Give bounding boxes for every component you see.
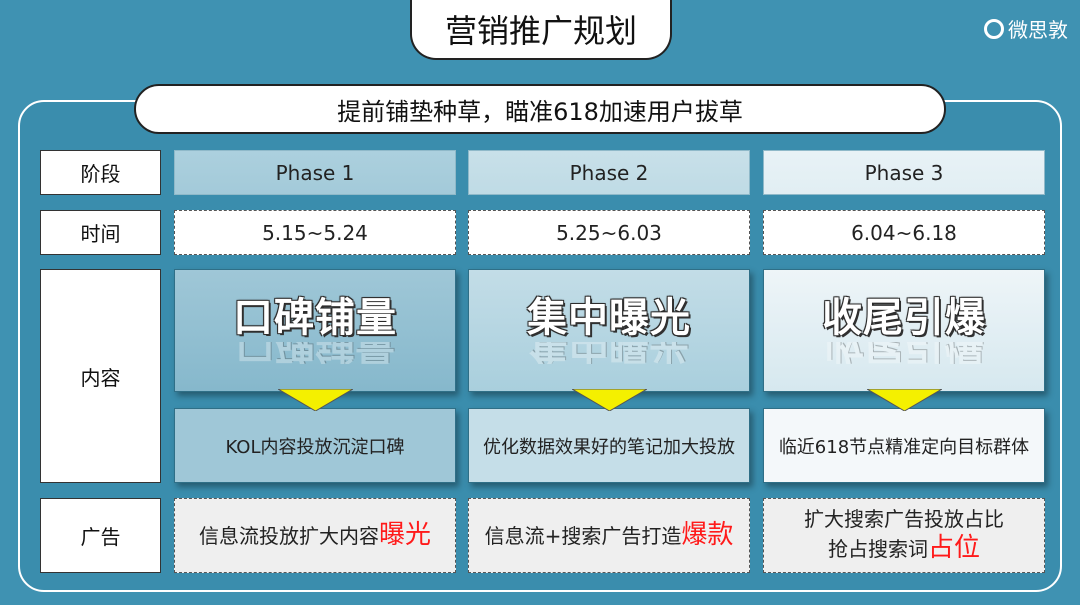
- theme-reflection: 口碑铺量: [235, 342, 395, 364]
- phase-header: Phase 1: [174, 150, 456, 195]
- phase-description: 优化数据效果好的笔记加大投放: [468, 408, 750, 483]
- phase-header: Phase 3: [763, 150, 1045, 195]
- ad-text: 信息流+搜索广告打造: [484, 523, 682, 548]
- phase-time: 5.15~5.24: [174, 210, 456, 255]
- down-arrow-icon: [572, 389, 647, 411]
- brand-logo: 微思敦: [984, 14, 1068, 43]
- phase-header: Phase 2: [468, 150, 750, 195]
- theme-title: 收尾引爆: [822, 294, 986, 341]
- ad-line: 扩大搜索广告投放占比: [804, 506, 1004, 531]
- theme-card: 收尾引爆 收尾引爆: [763, 269, 1045, 392]
- ad-highlight: 爆款: [681, 519, 734, 550]
- theme-reflection: 集中曝光: [529, 342, 689, 364]
- theme-reflection: 收尾引爆: [824, 342, 984, 364]
- ad-strategy: 扩大搜索广告投放占比 抢占搜索词占位: [763, 498, 1045, 573]
- down-arrow-icon: [278, 389, 353, 411]
- phase-description: 临近618节点精准定向目标群体: [763, 408, 1045, 483]
- ad-strategy: 信息流+搜索广告打造爆款: [468, 498, 750, 573]
- ad-text: 抢占搜索词: [827, 536, 928, 561]
- row-label-stage: 阶段: [40, 150, 161, 195]
- theme-card: 口碑铺量 口碑铺量: [174, 269, 456, 392]
- theme-title: 口碑铺量: [233, 294, 397, 341]
- ad-highlight: 占位: [927, 532, 980, 563]
- phase-description: KOL内容投放沉淀口碑: [174, 408, 456, 483]
- down-arrow-icon: [867, 389, 942, 411]
- ad-highlight: 曝光: [378, 519, 431, 550]
- phase-time: 5.25~6.03: [468, 210, 750, 255]
- ad-text: 信息流投放扩大内容: [198, 523, 379, 548]
- row-label-time: 时间: [40, 210, 161, 255]
- ad-line: 信息流投放扩大内容曝光: [199, 519, 431, 553]
- row-label-content: 内容: [40, 269, 161, 483]
- subtitle-banner: 提前铺垫种草，瞄准618加速用户拔草: [134, 84, 946, 134]
- theme-title: 集中曝光: [527, 294, 691, 341]
- page-title: 营销推广规划: [410, 0, 672, 60]
- ad-line: 抢占搜索词占位: [828, 532, 980, 566]
- row-label-ad: 广告: [40, 498, 161, 573]
- theme-card: 集中曝光 集中曝光: [468, 269, 750, 392]
- phase-time: 6.04~6.18: [763, 210, 1045, 255]
- brand-icon: [984, 18, 1004, 39]
- brand-name: 微思敦: [1008, 18, 1068, 42]
- ad-line: 信息流+搜索广告打造爆款: [485, 519, 734, 553]
- ad-strategy: 信息流投放扩大内容曝光: [174, 498, 456, 573]
